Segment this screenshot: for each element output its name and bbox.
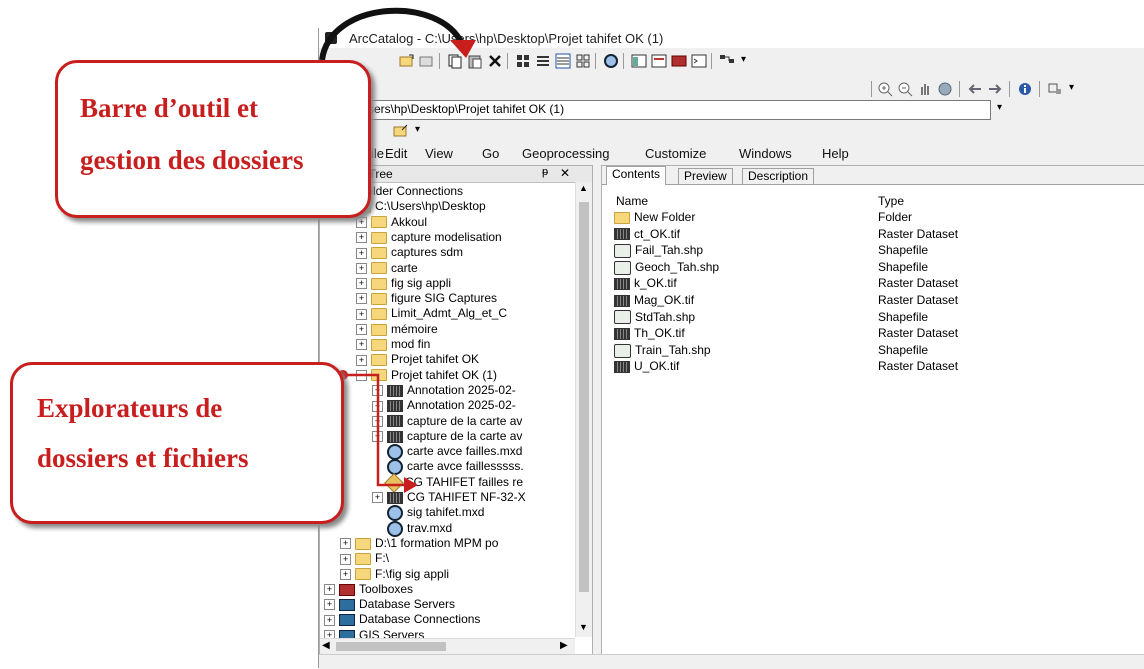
curved-arrow bbox=[319, 7, 465, 61]
explorer-callout-line1: Explorateurs de bbox=[37, 393, 223, 423]
explorer-callout: Explorateurs de dossiers et fichiers bbox=[10, 362, 344, 524]
callout-connector bbox=[343, 373, 404, 487]
explorer-callout-line2: dossiers et fichiers bbox=[37, 443, 249, 473]
toolbar-callout: Barre d’outil et gestion des dossiers bbox=[55, 60, 371, 218]
callout-arrow-head bbox=[404, 477, 418, 493]
toolbar-callout-line2: gestion des dossiers bbox=[80, 145, 304, 175]
toolbar-callout-line1: Barre d’outil et bbox=[80, 93, 258, 123]
curved-arrow-head bbox=[450, 40, 476, 58]
